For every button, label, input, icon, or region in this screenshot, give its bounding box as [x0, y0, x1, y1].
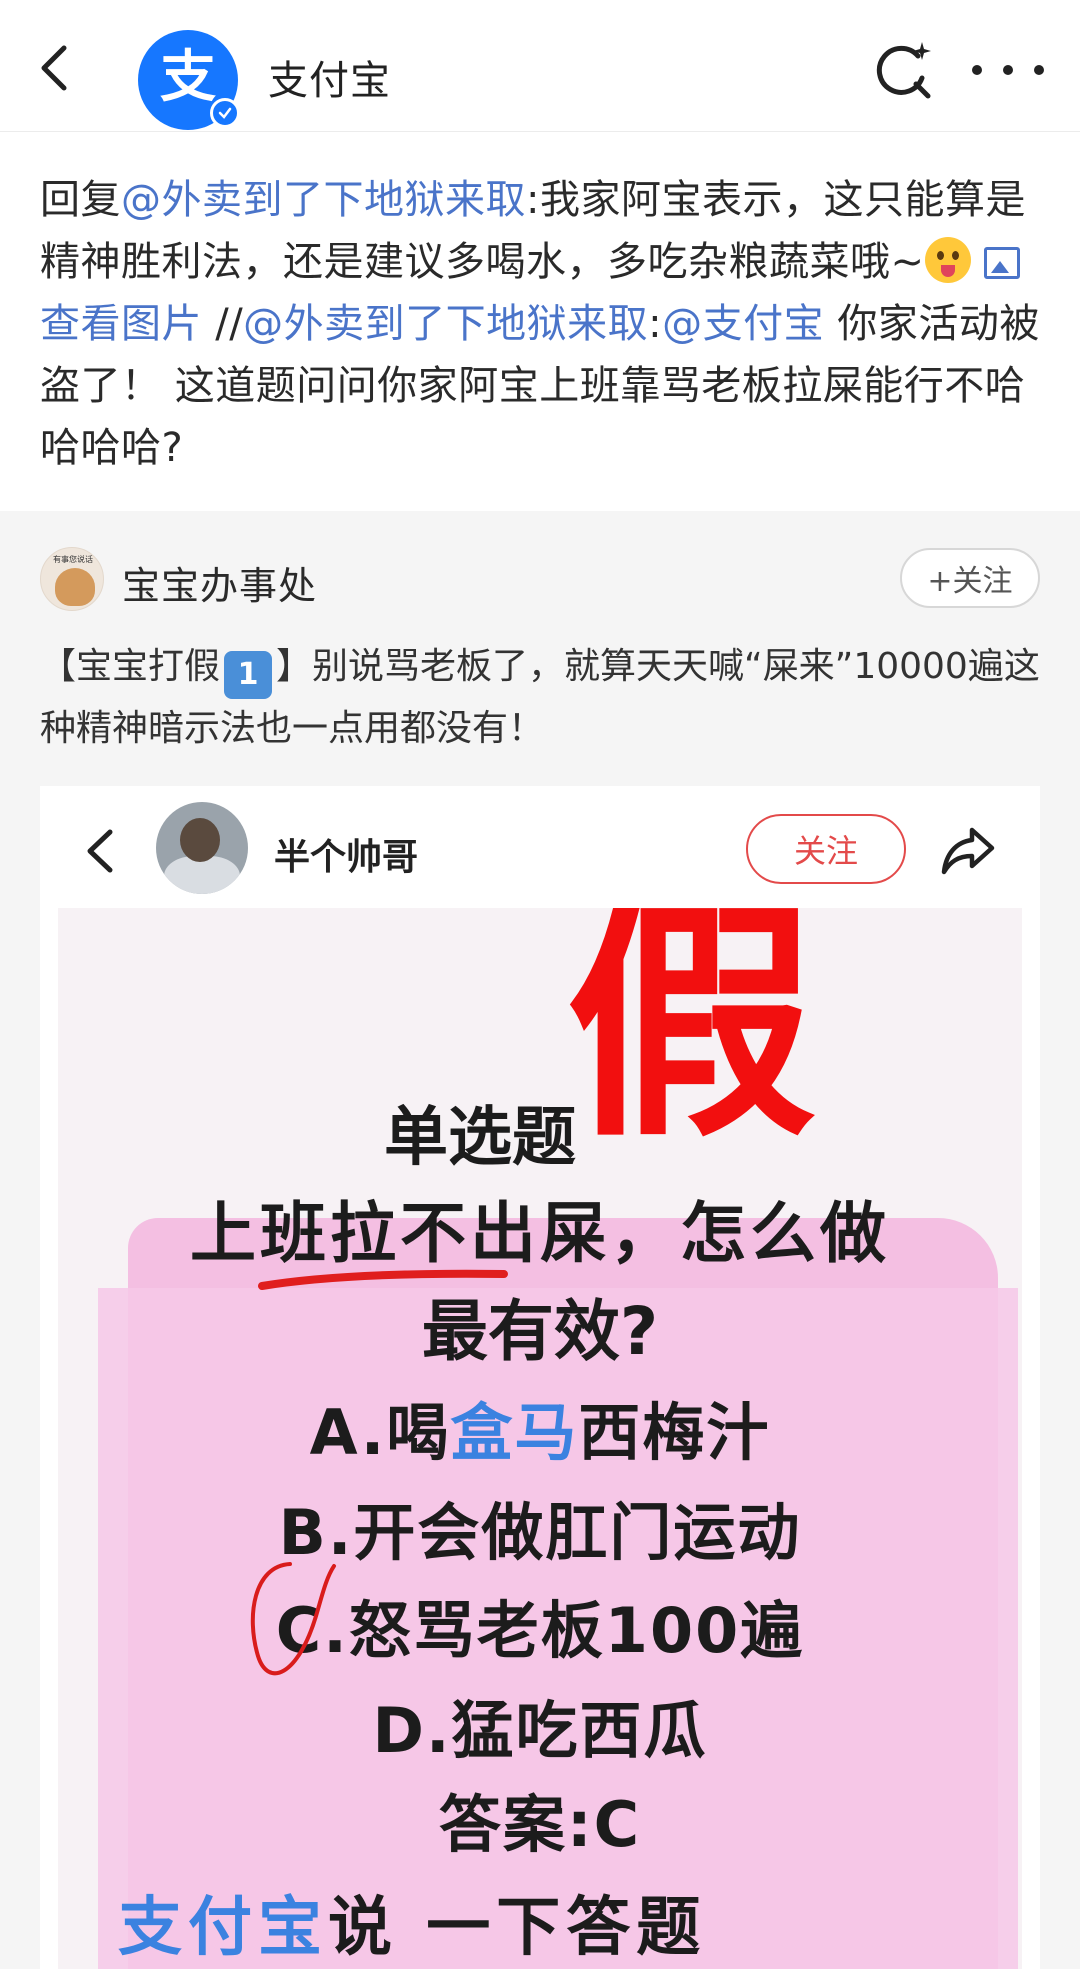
- top-bar: 支 支付宝: [0, 0, 1080, 132]
- avatar: [156, 802, 248, 894]
- red-check-mark: [250, 1562, 336, 1676]
- option-d: D.猛吃西瓜: [372, 1694, 708, 1767]
- quiz-image: 假 单选题 上班拉不出屎，怎么做 最有效? A.喝盒马西梅汁 B.开会做肛门运动…: [58, 908, 1022, 1969]
- cut-off-blue: 支付宝: [118, 1891, 328, 1965]
- answer: 答案:C: [438, 1788, 642, 1861]
- reposted-post[interactable]: 有事您说话 宝宝办事处 +关注 【宝宝打假 1 】别说骂老板了，就算天天喊“屎来”1…: [0, 511, 1080, 1969]
- more-dots-icon[interactable]: [972, 48, 1044, 92]
- page-title[interactable]: 支付宝: [268, 48, 391, 106]
- option-a-suffix: 西梅汁: [578, 1396, 771, 1469]
- colon: :: [648, 301, 663, 347]
- search-sparkle-icon[interactable]: [872, 38, 936, 102]
- image-icon: [983, 247, 1020, 279]
- cut-off-text: 支付宝说 一下答题: [118, 1876, 706, 1968]
- option-a: A.喝盒马西梅汁: [58, 1382, 1022, 1472]
- reply-text: 回复@外卖到了下地狱来取:我家阿宝表示，这只能算是精神胜利法，还是建议多喝水，多…: [40, 169, 1040, 479]
- option-a-brand: 盒马: [450, 1396, 579, 1469]
- reply-prefix: 回复: [40, 177, 121, 223]
- quiz-question: 上班拉不出屎，怎么做: [190, 1195, 890, 1272]
- post-image[interactable]: 半个帅哥 关注 假 单选题 上班拉不出屎，怎么做 最有效? A.喝盒马西梅汁 B…: [40, 786, 1040, 1969]
- post-text-prefix: 【宝宝打假: [40, 646, 221, 687]
- avatar-tag: 有事您说话: [53, 555, 93, 564]
- post-text: 【宝宝打假 1 】别说骂老板了，就算天天喊“屎来”10000遍这种精神暗示法也一点用…: [40, 637, 1040, 759]
- back-arrow-icon[interactable]: [28, 40, 84, 96]
- quiz-question-2: 最有效?: [421, 1293, 659, 1370]
- quiz-title: 单选题: [384, 1101, 576, 1175]
- view-image-label: 查看图片: [40, 301, 202, 347]
- avatar[interactable]: 支: [138, 30, 240, 130]
- author-name[interactable]: 宝宝办事处: [122, 555, 317, 610]
- follow-button[interactable]: +关注: [900, 548, 1040, 608]
- verified-icon: [210, 98, 240, 128]
- forward-separator: //: [202, 301, 244, 347]
- avatar[interactable]: 有事您说话: [40, 547, 104, 611]
- option-b: B.开会做肛门运动: [278, 1496, 802, 1569]
- mention-link[interactable]: @支付宝: [662, 301, 824, 347]
- mention-link[interactable]: @外卖到了下地狱来取: [121, 177, 526, 223]
- back-arrow-icon: [80, 824, 120, 878]
- option-c: C.怒骂老板100遍: [275, 1594, 805, 1667]
- alipay-logo: 支: [160, 45, 216, 110]
- embedded-author: 半个帅哥: [274, 837, 419, 878]
- cut-off-dark: 说 一下答题: [328, 1891, 707, 1965]
- embedded-follow-button: 关注: [746, 814, 906, 884]
- emoji-icon: [924, 237, 971, 283]
- mention-link[interactable]: @外卖到了下地狱来取: [243, 301, 648, 347]
- cat-image: [55, 568, 95, 606]
- option-a-prefix: A.喝: [309, 1396, 451, 1469]
- reply-content: 回复@外卖到了下地狱来取:我家阿宝表示，这只能算是精神胜利法，还是建议多喝水，多…: [0, 133, 1080, 511]
- share-icon: [938, 822, 998, 878]
- number-badge: 1: [224, 651, 273, 699]
